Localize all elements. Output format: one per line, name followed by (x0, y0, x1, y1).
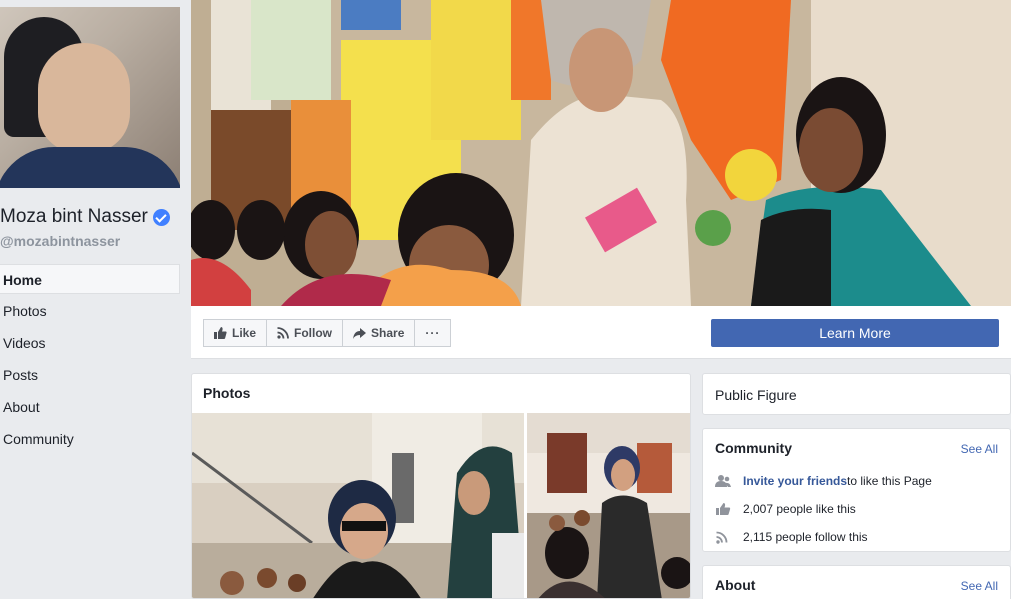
photo-thumbnail-image-1 (192, 413, 524, 598)
photo-thumbnail[interactable] (192, 413, 524, 598)
photos-card: Photos (191, 373, 691, 599)
page-nav: Home Photos Videos Posts About Community (0, 264, 180, 456)
share-button[interactable]: Share (342, 319, 416, 347)
nav-item-posts[interactable]: Posts (0, 360, 180, 390)
follows-count-row: 2,115 people follow this (715, 530, 868, 544)
action-button-group: Like Follow Share ··· (203, 319, 452, 347)
about-see-all-link[interactable]: See All (961, 579, 998, 593)
community-card: Community See All Invite your friends to… (702, 428, 1011, 552)
about-title[interactable]: About (715, 577, 755, 593)
photos-card-title[interactable]: Photos (203, 385, 250, 401)
like-thumb-icon (214, 327, 227, 339)
invite-friends-link[interactable]: Invite your friends (743, 474, 847, 488)
follow-label: Follow (294, 326, 333, 340)
community-title[interactable]: Community (715, 440, 792, 456)
nav-item-photos[interactable]: Photos (0, 296, 180, 326)
rss-icon (716, 531, 728, 544)
likes-count-row: 2,007 people like this (715, 502, 856, 516)
cover-photo[interactable] (191, 0, 1011, 306)
follows-count: 2,115 people follow this (743, 530, 868, 544)
community-see-all-link[interactable]: See All (961, 442, 998, 456)
share-arrow-icon (353, 327, 367, 339)
follow-button[interactable]: Follow (266, 319, 344, 347)
learn-more-button[interactable]: Learn More (711, 319, 999, 347)
photo-thumbnail[interactable] (527, 413, 690, 598)
follow-rss-icon (277, 327, 289, 339)
about-card: About See All (702, 565, 1011, 599)
invite-friends-row: Invite your friends to like this Page (715, 474, 932, 488)
page-name[interactable]: Moza bint Nasser (0, 206, 170, 228)
likes-count: 2,007 people like this (743, 502, 856, 516)
like-label: Like (232, 326, 257, 340)
thumb-icon (716, 503, 731, 515)
invite-friends-text: to like this Page (847, 474, 932, 488)
nav-item-videos[interactable]: Videos (0, 328, 180, 358)
category-card: Public Figure (702, 373, 1011, 415)
page-action-bar: Like Follow Share ··· Learn More (191, 306, 1011, 359)
like-button[interactable]: Like (203, 319, 268, 347)
page-category[interactable]: Public Figure (715, 387, 797, 403)
nav-item-home[interactable]: Home (0, 264, 180, 294)
more-options-button[interactable]: ··· (414, 319, 452, 347)
left-column: Moza bint Nasser @mozabintnasser Home Ph… (0, 0, 181, 599)
share-label: Share (371, 326, 405, 340)
nav-item-community[interactable]: Community (0, 424, 180, 454)
nav-item-about[interactable]: About (0, 392, 180, 422)
more-dots-icon: ··· (425, 326, 441, 340)
verified-badge-icon (152, 208, 170, 226)
friends-icon (715, 475, 731, 487)
page-handle[interactable]: @mozabintnasser (0, 233, 120, 249)
cover-photo-image (191, 0, 1011, 306)
page: Moza bint Nasser @mozabintnasser Home Ph… (0, 0, 1011, 599)
page-name-text[interactable]: Moza bint Nasser (0, 206, 148, 228)
photo-thumbnail-image-2 (527, 413, 690, 598)
profile-picture[interactable] (0, 7, 180, 188)
